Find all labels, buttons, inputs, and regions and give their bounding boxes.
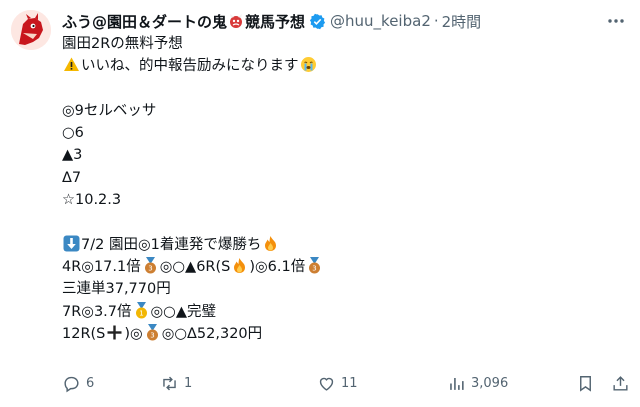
bookmark-button[interactable] xyxy=(576,374,595,393)
tweet-header: ふう@園田＆ダートの鬼 競馬予想 @huu_keiba2 · 2時間 xyxy=(62,10,626,32)
like-count: 11 xyxy=(341,376,358,391)
text-line-5: ○6 xyxy=(62,122,626,144)
reply-count: 6 xyxy=(86,376,95,391)
svg-text:1: 1 xyxy=(139,309,143,317)
plus-icon xyxy=(106,324,123,341)
line-text: ◎○▲完璧 xyxy=(150,303,216,320)
repost-button[interactable]: 1 xyxy=(160,374,192,393)
text-line-2: いいね、的中報告励みになります xyxy=(62,55,626,77)
repost-count: 1 xyxy=(184,376,193,391)
text-line-10: 7/2 園田◎1着連発で爆勝ち xyxy=(62,234,626,256)
text-line-4: ◎9セルベッサ xyxy=(62,100,626,122)
gold-medal-icon: 1 xyxy=(133,301,150,319)
demon-emoji xyxy=(228,13,244,29)
crying-face-icon xyxy=(300,56,317,73)
handle[interactable]: @huu_keiba2 xyxy=(330,12,431,30)
svg-text:3: 3 xyxy=(148,264,152,272)
line-text: )◎ xyxy=(124,325,143,342)
text-line-12: 三連単37,770円 xyxy=(62,278,626,300)
line-text: 4R◎17.1倍 xyxy=(62,258,141,275)
text-line-7: Δ7 xyxy=(62,167,626,189)
bronze-medal-icon: 3 xyxy=(142,256,159,274)
action-bar: 6 1 11 3,096 xyxy=(62,374,628,398)
line-text: いいね、的中報告励みになります xyxy=(81,58,299,75)
more-icon[interactable] xyxy=(606,12,626,30)
text-line-13: 7R◎3.7倍 1 ◎○▲完璧 xyxy=(62,301,626,323)
tweet-text: 園田2Rの無料予想 いいね、的中報告励みになります ◎9セルベッサ ○6 ▲3 … xyxy=(62,33,626,345)
line-text: 12R(S xyxy=(62,325,106,342)
text-line-11: 4R◎17.1倍 3 ◎○▲6R(S )◎6.1倍 3 xyxy=(62,256,626,278)
line-text: 三連単37,770円 xyxy=(62,281,171,298)
text-line-blank xyxy=(62,211,626,233)
line-text: Δ7 xyxy=(62,169,82,186)
reply-button[interactable]: 6 xyxy=(62,374,94,393)
text-line-blank xyxy=(62,78,626,100)
share-icon xyxy=(613,376,628,391)
timestamp[interactable]: 2時間 xyxy=(442,11,482,32)
svg-text:3: 3 xyxy=(313,264,317,272)
line-text: ☆10.2.3 xyxy=(62,192,122,209)
repost-icon xyxy=(163,376,176,391)
down-arrow-icon xyxy=(63,235,80,252)
line-text: )◎6.1倍 xyxy=(249,258,306,275)
fire-icon xyxy=(231,257,248,274)
line-text: ◎9セルベッサ xyxy=(62,102,157,119)
text-line-14: 12R(S )◎ 3 ◎○Δ52,320円 xyxy=(62,323,626,345)
warning-icon xyxy=(63,56,80,73)
line-text: 7/2 園田◎1着連発で爆勝ち xyxy=(81,236,262,253)
line-text: ○6 xyxy=(62,125,84,142)
verified-badge-icon xyxy=(309,13,326,30)
bronze-medal-icon: 3 xyxy=(144,323,161,341)
view-count: 3,096 xyxy=(471,376,509,391)
views-icon xyxy=(450,377,464,390)
bookmark-icon xyxy=(580,376,591,392)
like-button[interactable]: 11 xyxy=(317,374,358,393)
display-name-suffix[interactable]: 競馬予想 xyxy=(245,11,305,32)
display-name[interactable]: ふう@園田＆ダートの鬼 xyxy=(62,11,227,32)
line-text: ◎○Δ52,320円 xyxy=(161,325,263,342)
text-line-6: ▲3 xyxy=(62,144,626,166)
views-button[interactable]: 3,096 xyxy=(447,374,508,393)
line-text: 園田2Rの無料予想 xyxy=(62,36,183,52)
avatar[interactable] xyxy=(11,10,51,50)
reply-icon xyxy=(64,376,79,393)
text-line-1: 園田2Rの無料予想 xyxy=(62,33,626,55)
bronze-medal-icon: 3 xyxy=(306,256,323,274)
share-button[interactable] xyxy=(611,374,630,393)
like-icon xyxy=(319,377,334,391)
line-text: 7R◎3.7倍 xyxy=(62,303,132,320)
separator: · xyxy=(433,12,439,30)
text-line-8: ☆10.2.3 xyxy=(62,189,626,211)
line-text: ▲3 xyxy=(62,147,83,164)
fire-icon xyxy=(262,235,279,252)
line-text: ◎○▲6R(S xyxy=(159,258,231,275)
svg-text:3: 3 xyxy=(150,331,154,339)
